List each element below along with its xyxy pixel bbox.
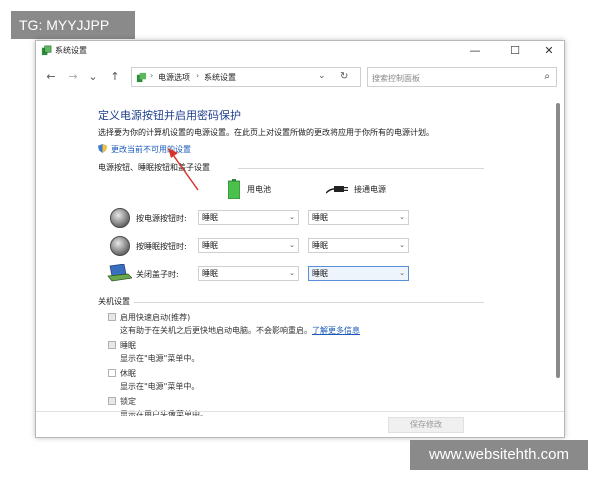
- lock-label: 锁定: [120, 397, 136, 406]
- window-title: 系统设置: [55, 46, 87, 55]
- group-divider: [238, 168, 484, 169]
- save-changes-button[interactable]: 保存修改: [388, 417, 464, 433]
- forward-button[interactable]: →: [66, 69, 80, 85]
- hibernate-description: 显示在"电源"菜单中。: [120, 382, 200, 391]
- power-button-row-label: 按电源按钮时:: [136, 214, 187, 223]
- column-header-plugged-in: 接通电源: [354, 185, 386, 194]
- group-divider: [134, 302, 484, 303]
- sleep-description: 显示在"电源"菜单中。: [120, 354, 200, 363]
- up-button[interactable]: ↑: [108, 69, 122, 85]
- power-options-icon: [41, 45, 52, 56]
- lock-checkbox[interactable]: [108, 397, 116, 405]
- hibernate-label: 休眠: [120, 369, 136, 378]
- control-panel-icon: [136, 72, 147, 83]
- title-bar: 系统设置 — ☐ ✕: [36, 41, 564, 61]
- power-plug-icon: [326, 186, 348, 194]
- watermark-bottom-right: www.websitehth.com: [410, 440, 588, 470]
- minimize-button[interactable]: —: [460, 41, 490, 61]
- chevron-down-icon: ⌄: [399, 241, 405, 249]
- back-button[interactable]: ←: [44, 69, 58, 85]
- sleep-button-plugged-select[interactable]: 睡眠 ⌄: [308, 238, 409, 253]
- battery-icon: [228, 179, 240, 199]
- search-placeholder: 搜索控制面板: [372, 74, 420, 83]
- system-settings-window: 系统设置 — ☐ ✕ ← → ⌄ ↑ › 电源选项 › 系统设置 ⌄ ↻ 搜索控…: [35, 40, 565, 438]
- power-button-plugged-select[interactable]: 睡眠 ⌄: [308, 210, 409, 225]
- chevron-down-icon: ⌄: [399, 213, 405, 221]
- refresh-icon[interactable]: ↻: [340, 71, 348, 82]
- footer-divider: [36, 411, 564, 412]
- watermark-top-left: TG: MYYJJPP: [11, 11, 135, 39]
- search-box[interactable]: 搜索控制面板 ⌕: [367, 67, 557, 87]
- power-button-battery-select[interactable]: 睡眠 ⌄: [198, 210, 299, 225]
- search-icon[interactable]: ⌕: [544, 71, 550, 82]
- fast-startup-label: 启用快速启动(推荐): [120, 313, 191, 322]
- close-lid-battery-select[interactable]: 睡眠 ⌄: [198, 266, 299, 281]
- hibernate-checkbox[interactable]: [108, 369, 116, 377]
- fast-startup-checkbox[interactable]: [108, 313, 116, 321]
- column-header-battery: 用电池: [247, 185, 271, 194]
- sleep-button-icon: [110, 236, 130, 256]
- recent-locations-button[interactable]: ⌄: [86, 69, 100, 85]
- breadcrumb-separator: ›: [196, 71, 200, 80]
- chevron-down-icon: ⌄: [289, 241, 295, 249]
- scrollbar-thumb[interactable]: [556, 103, 560, 378]
- navigation-bar: ← → ⌄ ↑ › 电源选项 › 系统设置 ⌄ ↻ 搜索控制面板 ⌕: [36, 65, 564, 89]
- close-lid-plugged-select[interactable]: 睡眠 ⌄: [308, 266, 409, 281]
- learn-more-link[interactable]: 了解更多信息: [312, 326, 360, 335]
- breadcrumb-power-options[interactable]: 电源选项: [158, 72, 190, 83]
- page-description: 选择要为你的计算机设置的电源设置。在此页上对设置所做的更改将应用于你所有的电源计…: [98, 128, 434, 137]
- fast-startup-description: 这有助于在关机之后更快地启动电脑。不会影响重启。了解更多信息: [120, 326, 360, 335]
- page-heading: 定义电源按钮并启用密码保护: [98, 109, 241, 122]
- uac-shield-icon: [98, 144, 107, 153]
- sleep-checkbox[interactable]: [108, 341, 116, 349]
- vertical-scrollbar[interactable]: [555, 99, 561, 417]
- chevron-down-icon: ⌄: [399, 269, 405, 277]
- change-unavailable-settings-link[interactable]: 更改当前不可用的设置: [111, 144, 191, 155]
- chevron-down-icon: ⌄: [289, 213, 295, 221]
- close-button[interactable]: ✕: [534, 41, 564, 61]
- breadcrumb-system-settings[interactable]: 系统设置: [204, 72, 236, 83]
- laptop-lid-icon: [107, 264, 132, 282]
- sleep-button-row-label: 按睡眠按钮时:: [136, 242, 187, 251]
- maximize-button[interactable]: ☐: [500, 41, 530, 61]
- shutdown-settings-group-label: 关机设置: [98, 297, 130, 306]
- sleep-button-battery-select[interactable]: 睡眠 ⌄: [198, 238, 299, 253]
- breadcrumb-separator: ›: [150, 71, 154, 80]
- address-dropdown-icon[interactable]: ⌄: [318, 71, 326, 81]
- power-button-icon: [110, 208, 130, 228]
- sleep-label: 睡眠: [120, 341, 136, 350]
- address-bar[interactable]: › 电源选项 › 系统设置 ⌄ ↻: [131, 67, 361, 87]
- close-lid-row-label: 关闭盖子时:: [136, 270, 179, 279]
- chevron-down-icon: ⌄: [289, 269, 295, 277]
- power-buttons-group-label: 电源按钮、睡眠按钮和盖子设置: [98, 163, 210, 172]
